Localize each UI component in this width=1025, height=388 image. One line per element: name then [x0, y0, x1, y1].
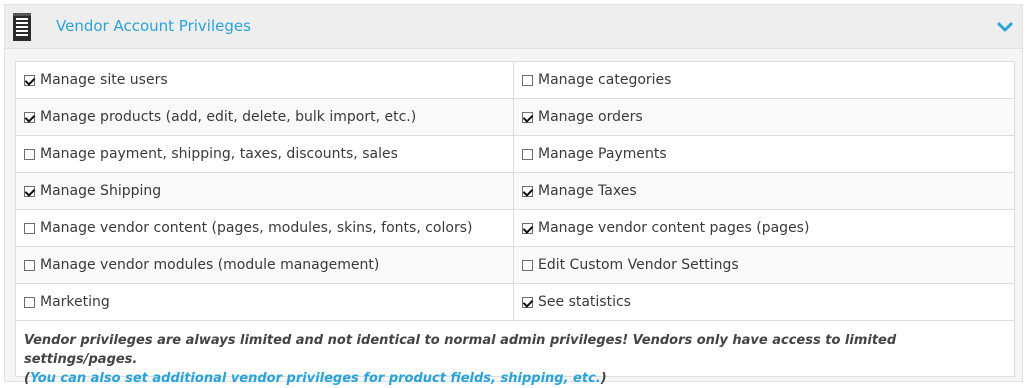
privileges-note-link-line: (You can also set additional vendor priv… — [24, 369, 1006, 388]
privilege-label[interactable]: See statistics — [538, 294, 631, 310]
vendor-privileges-panel: Vendor Account Privileges Manage site us… — [4, 4, 1023, 386]
privilege-checkbox[interactable] — [522, 296, 533, 308]
privilege-label[interactable]: Manage site users — [40, 72, 168, 88]
privilege-label[interactable]: Manage Shipping — [40, 183, 161, 199]
privileges-note: Vendor privileges are always limited and… — [16, 321, 1014, 386]
privilege-row: Manage products (add, edit, delete, bulk… — [16, 99, 1014, 136]
privilege-cell-right[interactable]: Manage categories — [514, 62, 1014, 98]
privilege-row: Manage vendor content (pages, modules, s… — [16, 210, 1014, 247]
privilege-checkbox[interactable] — [24, 222, 35, 234]
panel-title[interactable]: Vendor Account Privileges — [56, 17, 251, 35]
privilege-checkbox[interactable] — [522, 74, 533, 86]
privileges-note-text: Vendor privileges are always limited and… — [24, 333, 897, 367]
privilege-cell-left[interactable]: Manage Shipping — [16, 173, 514, 209]
privilege-cell-left[interactable]: Manage vendor content (pages, modules, s… — [16, 210, 514, 246]
privilege-label[interactable]: Edit Custom Vendor Settings — [538, 257, 739, 273]
privilege-cell-right[interactable]: Manage Taxes — [514, 173, 1014, 209]
privilege-checkbox[interactable] — [522, 222, 533, 234]
privilege-checkbox[interactable] — [24, 111, 35, 123]
privilege-cell-left[interactable]: Manage site users — [16, 62, 514, 98]
privilege-cell-right[interactable]: Manage orders — [514, 99, 1014, 135]
privilege-checkbox[interactable] — [522, 259, 533, 271]
privilege-row: Manage site users Manage categories — [16, 62, 1014, 99]
privilege-cell-left[interactable]: Marketing — [16, 284, 514, 320]
chevron-down-icon[interactable] — [996, 19, 1014, 35]
privilege-label[interactable]: Manage Payments — [538, 146, 667, 162]
privilege-cell-right[interactable]: Manage Payments — [514, 136, 1014, 172]
privilege-cell-right[interactable]: See statistics — [514, 284, 1014, 320]
privileges-table: Manage site users Manage categories Manage… — [15, 61, 1015, 386]
privilege-checkbox[interactable] — [522, 111, 533, 123]
privilege-cell-left[interactable]: Manage payment, shipping, taxes, discoun… — [16, 136, 514, 172]
privilege-checkbox[interactable] — [24, 148, 35, 160]
privilege-label[interactable]: Manage Taxes — [538, 183, 637, 199]
privilege-checkbox[interactable] — [522, 185, 533, 197]
privilege-label[interactable]: Marketing — [40, 294, 110, 310]
privilege-row: Manage Shipping Manage Taxes — [16, 173, 1014, 210]
privilege-label[interactable]: Manage payment, shipping, taxes, discoun… — [40, 146, 398, 162]
privilege-checkbox[interactable] — [522, 148, 533, 160]
privilege-label[interactable]: Manage vendor modules (module management… — [40, 257, 379, 273]
panel-header[interactable]: Vendor Account Privileges — [5, 5, 1022, 49]
privilege-checkbox[interactable] — [24, 74, 35, 86]
panel-body: Manage site users Manage categories Manage… — [5, 49, 1022, 386]
privilege-label[interactable]: Manage products (add, edit, delete, bulk… — [40, 109, 416, 125]
privilege-row: Marketing See statistics — [16, 284, 1014, 321]
privilege-cell-right[interactable]: Edit Custom Vendor Settings — [514, 247, 1014, 283]
privilege-label[interactable]: Manage vendor content pages (pages) — [538, 220, 809, 236]
privilege-checkbox[interactable] — [24, 185, 35, 197]
document-icon — [13, 13, 31, 41]
privilege-checkbox[interactable] — [24, 296, 35, 308]
privilege-label[interactable]: Manage orders — [538, 109, 643, 125]
privilege-checkbox[interactable] — [24, 259, 35, 271]
privilege-label[interactable]: Manage categories — [538, 72, 671, 88]
privilege-label[interactable]: Manage vendor content (pages, modules, s… — [40, 220, 472, 236]
privilege-cell-left[interactable]: Manage products (add, edit, delete, bulk… — [16, 99, 514, 135]
privilege-cell-right[interactable]: Manage vendor content pages (pages) — [514, 210, 1014, 246]
privilege-row: Manage payment, shipping, taxes, discoun… — [16, 136, 1014, 173]
privilege-cell-left[interactable]: Manage vendor modules (module management… — [16, 247, 514, 283]
privilege-row: Manage vendor modules (module management… — [16, 247, 1014, 284]
